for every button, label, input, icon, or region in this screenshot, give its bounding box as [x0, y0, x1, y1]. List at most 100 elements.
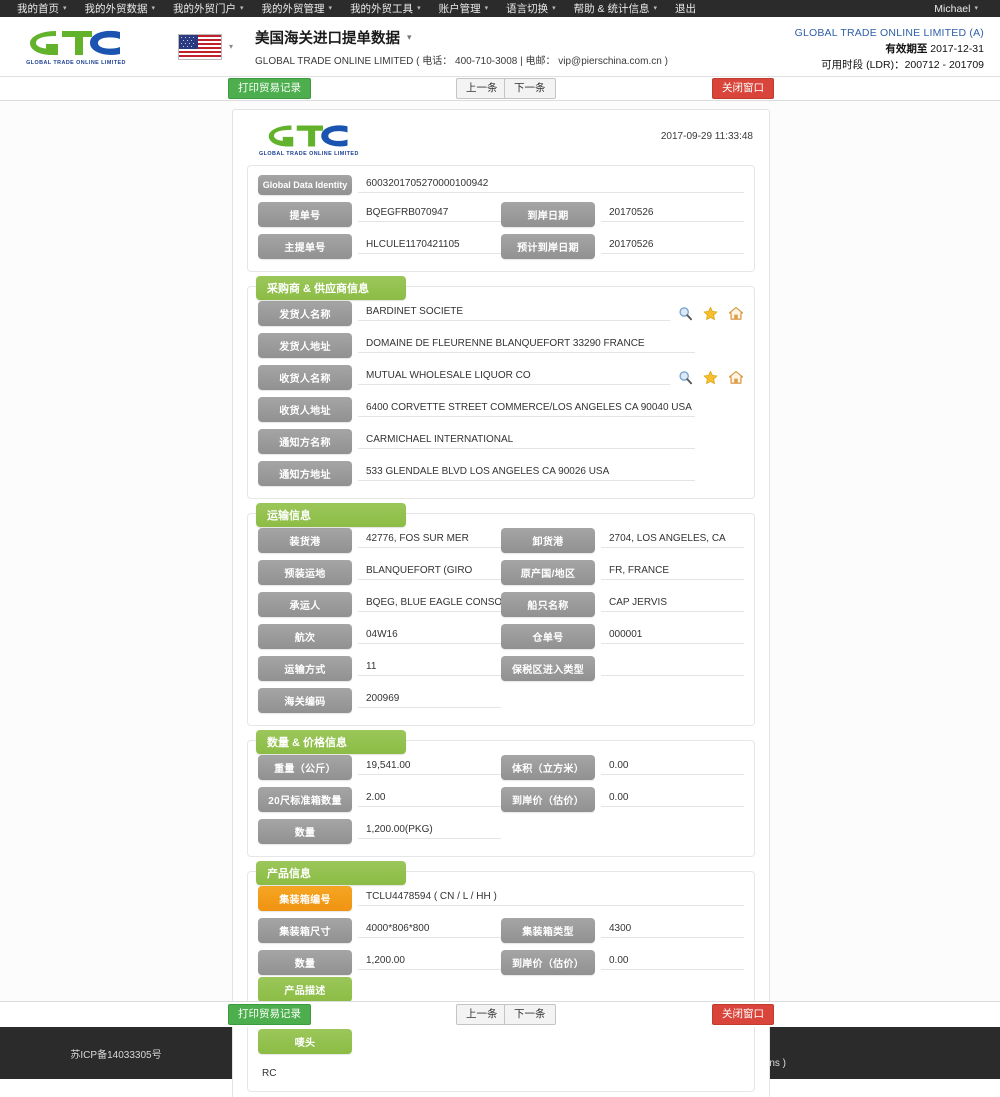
field-group: 通知方名称 CARMICHAEL INTERNATIONAL [258, 429, 696, 454]
nav-item-1[interactable]: 我的外贸数据 ▾ [76, 1, 165, 16]
field-group: 主提单号 HLCULE1170421105 [258, 234, 501, 259]
nav-item-7[interactable]: 帮助 & 统计信息 ▾ [565, 1, 666, 16]
party-row: 收货人地址 6400 CORVETTE STREET COMMERCE/LOS A… [258, 397, 744, 422]
field-group: 到岸价（估价） 0.00 [501, 950, 744, 975]
field-label: 体积（立方米） [501, 755, 595, 780]
nav-item-8[interactable]: 退出 [666, 1, 705, 16]
field-label: 通知方地址 [258, 461, 352, 486]
field-label: 航次 [258, 624, 352, 649]
product-description-label: 产品描述 [258, 977, 352, 1002]
field-row: 20尺标准箱数量 2.00 到岸价（估价） 0.00 [258, 787, 744, 812]
field-group: 装货港 42776, FOS SUR MER [258, 528, 501, 553]
page-title-block: 美国海关进口提单数据 ▾ GLOBAL TRADE ONLINE LIMITED… [255, 27, 668, 67]
identity-row: Global Data Identity 6003201705270000100… [258, 175, 744, 195]
field-label: 卸货港 [501, 528, 595, 553]
icp-license-number: 苏ICP备14033305号 [70, 1049, 162, 1061]
chevron-down-icon: ▾ [328, 5, 333, 12]
search-icon[interactable] [678, 370, 693, 385]
chevron-down-icon: ▾ [229, 42, 234, 51]
field-label: 收货人名称 [258, 365, 352, 390]
field-value: MUTUAL WHOLESALE LIQUOR CO [358, 370, 670, 385]
field-label: 发货人地址 [258, 333, 352, 358]
field-label: 预装运地 [258, 560, 352, 585]
global-data-identity-value: 6003201705270000100942 [358, 178, 744, 193]
bill-of-lading-sheet: GLOBAL TRADE ONLINE LIMITED 2017-09-29 1… [232, 109, 770, 1097]
nav-item-4[interactable]: 我的外贸工具 ▾ [341, 1, 430, 16]
product-card: 产品信息 集装箱编号 TCLU4478594 ( CN / L / HH ) 集… [247, 861, 755, 1092]
container-number-label: 集装箱编号 [258, 886, 352, 911]
field-label: 数量 [258, 950, 352, 975]
field-row: 运输方式 11 保税区进入类型 [258, 656, 744, 681]
field-group: 提单号 BQEGFRB070947 [258, 202, 501, 227]
nav-item-label: 我的外贸工具 [350, 3, 414, 15]
field-label: 到岸价（估价） [501, 787, 595, 812]
chevron-down-icon: ▾ [974, 5, 978, 12]
print-trade-record-button-bottom[interactable]: 打印贸易记录 [228, 1004, 311, 1025]
product-section-title: 产品信息 [256, 861, 406, 885]
parties-card: 采购商 & 供应商信息 发货人名称 BARDINET SOCIETE 发货人地址 DO… [247, 276, 755, 499]
chevron-down-icon[interactable]: ▾ [407, 32, 412, 42]
product-desc-label-row: 产品描述 [258, 977, 744, 1002]
previous-record-button-bottom[interactable]: 上一条 [456, 1004, 508, 1025]
field-value: 2.00 [358, 792, 501, 807]
us-flag-icon [178, 33, 222, 60]
nav-item-3[interactable]: 我的外贸管理 ▾ [253, 1, 342, 16]
field-value: BLANQUEFORT (GIRO [358, 565, 501, 580]
field-label: 集装箱类型 [501, 918, 595, 943]
country-flag-selector[interactable]: ▾ [178, 33, 234, 60]
close-window-button[interactable]: 关闭窗口 [712, 78, 774, 99]
field-value: 11 [358, 661, 501, 676]
field-label: 集装箱尺寸 [258, 918, 352, 943]
field-value: 04W16 [358, 629, 501, 644]
field-value: 19,541.00 [358, 760, 501, 775]
page-body: GLOBAL TRADE ONLINE LIMITED 2017-09-29 1… [0, 101, 1000, 1097]
site-header: GLOBAL TRADE ONLINE LIMITED ▾ 美国海关进口提单数据 [0, 17, 1000, 77]
field-value: 42776, FOS SUR MER [358, 533, 501, 548]
field-value: 4300 [601, 923, 744, 938]
field-value: 1,200.00(PKG) [358, 824, 501, 839]
nav-item-label: 退出 [674, 3, 696, 15]
next-record-button[interactable]: 下一条 [504, 78, 556, 99]
field-group: 预计到岸日期 20170526 [501, 234, 744, 259]
nav-item-6[interactable]: 语言切换 ▾ [497, 1, 565, 16]
search-icon[interactable] [678, 306, 693, 321]
nav-item-label: 我的外贸门户 [173, 3, 237, 15]
home-company-icon[interactable] [728, 306, 744, 321]
identity-card: Global Data Identity 6003201705270000100… [247, 165, 755, 272]
field-row: 航次 04W16 仓单号 000001 [258, 624, 744, 649]
field-group: 集装箱类型 4300 [501, 918, 744, 943]
nav-item-0[interactable]: 我的首页 ▾ [8, 1, 76, 16]
print-trade-record-button[interactable]: 打印贸易记录 [228, 78, 311, 99]
field-value: FR, FRANCE [601, 565, 744, 580]
field-label: 20尺标准箱数量 [258, 787, 352, 812]
nav-item-5[interactable]: 账户管理 ▾ [430, 1, 498, 16]
field-row: 海关编码 200969 [258, 688, 744, 713]
field-group: 集装箱尺寸 4000*806*800 [258, 918, 501, 943]
chevron-down-icon: ▾ [240, 5, 244, 12]
container-number-value: TCLU4478594 ( CN / L / HH ) [358, 891, 744, 906]
field-label: 预计到岸日期 [501, 234, 595, 259]
home-company-icon[interactable] [728, 370, 744, 385]
field-value: 0.00 [601, 955, 744, 970]
field-label: 到岸日期 [501, 202, 595, 227]
container-number-row: 集装箱编号 TCLU4478594 ( CN / L / HH ) [258, 886, 744, 911]
field-label: 运输方式 [258, 656, 352, 681]
field-value: 4000*806*800 [358, 923, 501, 938]
next-record-button-bottom[interactable]: 下一条 [504, 1004, 556, 1025]
favorite-star-icon[interactable] [703, 306, 718, 321]
field-value: 200969 [358, 693, 501, 708]
previous-record-button[interactable]: 上一条 [456, 78, 508, 99]
shipping-marks-text: RC [262, 1068, 277, 1079]
action-bar-top: 打印贸易记录 上一条 下一条 关闭窗口 [0, 77, 1000, 101]
field-group: 收货人地址 6400 CORVETTE STREET COMMERCE/LOS A… [258, 397, 696, 422]
field-label: 通知方名称 [258, 429, 352, 454]
gto-logo[interactable]: GLOBAL TRADE ONLINE LIMITED [16, 27, 136, 66]
close-window-button-bottom[interactable]: 关闭窗口 [712, 1004, 774, 1025]
user-menu[interactable]: Michael ▾ [934, 3, 992, 15]
favorite-star-icon[interactable] [703, 370, 718, 385]
quantity-price-card: 数量 & 价格信息 重量（公斤） 19,541.00 体积（立方米） 0.00 20尺标… [247, 730, 755, 857]
nav-item-2[interactable]: 我的外贸门户 ▾ [164, 1, 253, 16]
field-label: 收货人地址 [258, 397, 352, 422]
gto-logo-mark [30, 30, 120, 55]
party-row: 通知方地址 533 GLENDALE BLVD LOS ANGELES CA 90… [258, 461, 744, 486]
